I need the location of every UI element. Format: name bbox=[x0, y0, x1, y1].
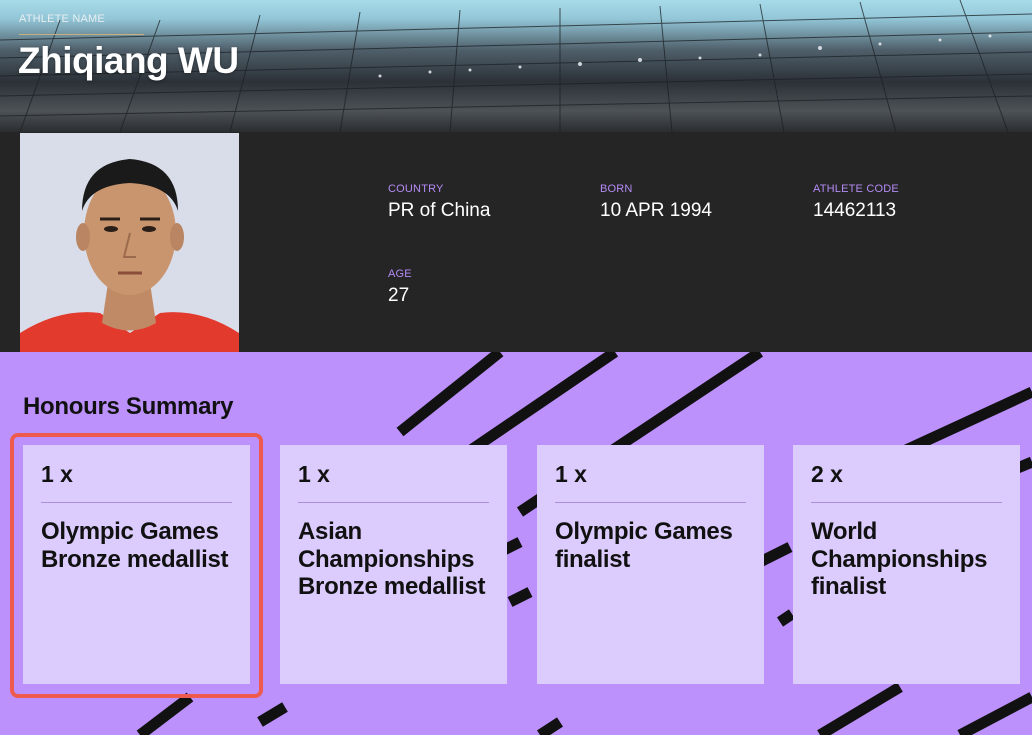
age-value: 27 bbox=[388, 285, 410, 306]
country-field: COUNTRY PR of China bbox=[388, 183, 490, 222]
honour-card[interactable]: 2 x World Championships finalist bbox=[793, 445, 1020, 684]
card-divider bbox=[811, 502, 1002, 503]
athlete-portrait-image bbox=[20, 133, 239, 352]
born-field: BORN 10 APR 1994 bbox=[600, 183, 712, 222]
label-underline bbox=[19, 34, 144, 35]
honour-description: World Championships finalist bbox=[811, 518, 988, 600]
honour-count: 2 x bbox=[811, 461, 843, 487]
honour-count: 1 x bbox=[298, 461, 330, 487]
honours-summary-title: Honours Summary bbox=[23, 393, 234, 420]
honour-description: Asian Championships Bronze medallist bbox=[298, 518, 486, 600]
header-banner: ATHLETE NAME Zhiqiang WU bbox=[0, 0, 1032, 132]
country-label: COUNTRY bbox=[388, 183, 444, 195]
age-field: AGE 27 bbox=[388, 268, 412, 307]
selection-highlight bbox=[10, 433, 263, 698]
honour-description: Olympic Games finalist bbox=[555, 518, 733, 573]
honour-card[interactable]: 1 x Olympic Games finalist bbox=[537, 445, 764, 684]
honour-card[interactable]: 1 x Asian Championships Bronze medallist bbox=[280, 445, 507, 684]
athlete-code-label: ATHLETE CODE bbox=[813, 183, 899, 195]
born-label: BORN bbox=[600, 183, 633, 195]
athlete-photo bbox=[20, 133, 239, 352]
athlete-name-label: ATHLETE NAME bbox=[19, 13, 105, 25]
athlete-name: Zhiqiang WU bbox=[18, 40, 239, 81]
athlete-code-field: ATHLETE CODE 14462113 bbox=[813, 183, 899, 222]
profile-section: COUNTRY PR of China BORN 10 APR 1994 ATH… bbox=[0, 132, 1032, 352]
country-value: PR of China bbox=[388, 200, 491, 221]
athlete-code-value: 14462113 bbox=[813, 200, 897, 221]
card-divider bbox=[298, 502, 489, 503]
card-divider bbox=[555, 502, 746, 503]
age-label: AGE bbox=[388, 268, 412, 280]
honour-count: 1 x bbox=[555, 461, 587, 487]
born-value: 10 APR 1994 bbox=[600, 200, 712, 221]
